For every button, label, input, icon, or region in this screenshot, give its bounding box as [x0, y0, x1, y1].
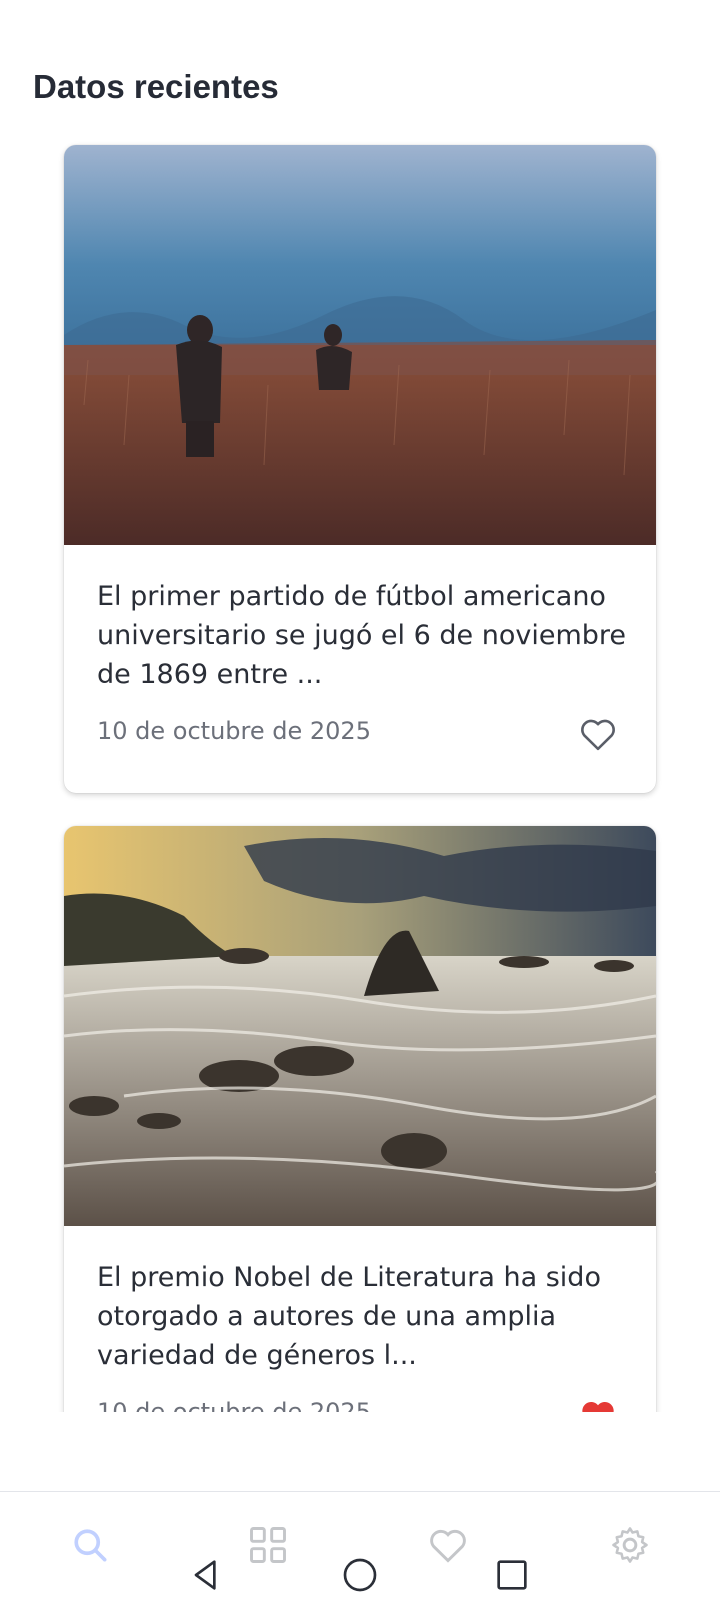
search-icon[interactable]	[68, 1523, 112, 1567]
bottom-nav-divider	[0, 1491, 720, 1492]
recent-facts-feed[interactable]: El primer partido de fútbol americano un…	[0, 0, 720, 1412]
card-date: 10 de octubre de 2025	[97, 717, 371, 745]
fact-card[interactable]: El premio Nobel de Literatura ha sido ot…	[64, 826, 656, 1412]
back-icon[interactable]	[186, 1555, 226, 1595]
card-image-rocky-beach	[64, 826, 656, 1226]
fact-card[interactable]: El primer partido de fútbol americano un…	[64, 145, 656, 793]
card-image-misty-field	[64, 145, 656, 545]
card-fact-text: El premio Nobel de Literatura ha sido ot…	[97, 1262, 601, 1371]
grid-icon[interactable]	[246, 1523, 290, 1567]
like-button[interactable]	[577, 713, 619, 755]
heart-outline-icon	[581, 719, 615, 751]
heart-filled-icon	[582, 1402, 614, 1412]
heart-icon[interactable]	[426, 1523, 470, 1567]
gear-icon[interactable]	[608, 1523, 652, 1567]
card-date: 10 de octubre de 2025	[97, 1398, 371, 1412]
recents-icon[interactable]	[492, 1555, 532, 1595]
home-icon[interactable]	[340, 1555, 380, 1595]
card-fact-text: El primer partido de fútbol americano un…	[97, 581, 627, 690]
like-button[interactable]	[577, 1394, 619, 1412]
